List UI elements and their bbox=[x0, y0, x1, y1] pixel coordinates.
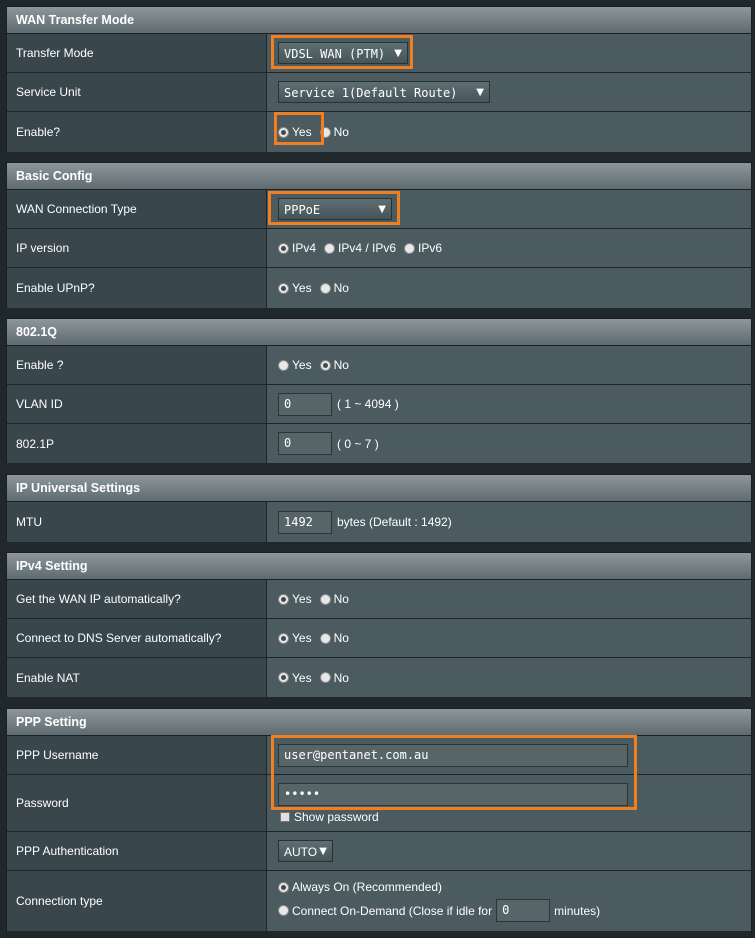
enable-wan-label: Enable? bbox=[7, 112, 267, 152]
basic-config-header: Basic Config bbox=[7, 163, 751, 190]
radio-selected-icon bbox=[278, 593, 289, 605]
vlan-id-label: VLAN ID bbox=[7, 385, 267, 423]
ip-version-ipv4-radio[interactable]: IPv4 bbox=[278, 241, 316, 255]
radio-unselected-icon bbox=[319, 672, 331, 683]
radio-label: No bbox=[333, 631, 349, 645]
ppp-auth-label: PPP Authentication bbox=[7, 832, 267, 870]
radio-selected-icon bbox=[278, 242, 289, 254]
vlan-id-hint: ( 1 ~ 4094 ) bbox=[337, 397, 399, 411]
ppp-username-label: PPP Username bbox=[7, 736, 267, 774]
ip-universal-section: IP Universal Settings MTU 1492 bytes (De… bbox=[6, 474, 752, 542]
radio-selected-icon bbox=[278, 672, 289, 683]
idle-time-input[interactable]: 0 bbox=[496, 899, 551, 922]
checkbox-icon bbox=[280, 811, 290, 822]
minutes-label: minutes) bbox=[554, 903, 601, 918]
radio-label: IPv4 bbox=[292, 241, 317, 255]
service-unit-value: Service 1(Default Route) bbox=[284, 86, 458, 100]
radio-label: IPv6 bbox=[418, 241, 443, 255]
radio-unselected-icon bbox=[319, 632, 331, 644]
radio-label: No bbox=[333, 358, 349, 372]
chevron-down-icon: ▼ bbox=[319, 846, 327, 857]
radio-label: Yes bbox=[292, 281, 312, 295]
ppp-credentials-highlight bbox=[271, 735, 637, 810]
on-demand-radio[interactable]: Connect On-Demand (Close if idle for 0 m… bbox=[278, 899, 600, 922]
mtu-label: MTU bbox=[7, 502, 267, 542]
radio-unselected-icon bbox=[404, 242, 416, 254]
upnp-yes-radio[interactable]: Yes bbox=[278, 281, 312, 295]
connection-type-label: Connection type bbox=[7, 871, 267, 931]
wan-ip-auto-no-radio[interactable]: No bbox=[319, 592, 349, 606]
mtu-input[interactable]: 1492 bbox=[278, 510, 332, 534]
password-label: Password bbox=[7, 775, 267, 831]
chevron-down-icon: ▼ bbox=[476, 87, 484, 98]
ppp-setting-header: PPP Setting bbox=[7, 709, 751, 736]
radio-label: No bbox=[333, 670, 349, 685]
dot1q-header: 802.1Q bbox=[7, 319, 751, 346]
dot1p-input[interactable]: 0 bbox=[278, 432, 332, 455]
dot1p-hint: ( 0 ~ 7 ) bbox=[337, 436, 379, 451]
radio-unselected-icon bbox=[278, 905, 289, 916]
dns-auto-yes-radio[interactable]: Yes bbox=[278, 631, 312, 645]
radio-unselected-icon bbox=[324, 242, 336, 254]
transfer-mode-label: Transfer Mode bbox=[7, 34, 267, 72]
ip-version-dual-radio[interactable]: IPv4 / IPv6 bbox=[324, 241, 396, 255]
ipv4-setting-header: IPv4 Setting bbox=[7, 553, 751, 580]
radio-label: Always On (Recommended) bbox=[292, 880, 443, 894]
dot1p-label: 802.1P bbox=[7, 424, 267, 463]
ipv4-setting-section: IPv4 Setting Get the WAN IP automaticall… bbox=[6, 552, 752, 697]
radio-unselected-icon bbox=[319, 593, 331, 605]
transfer-mode-highlight bbox=[271, 35, 413, 69]
service-unit-label: Service Unit bbox=[7, 73, 267, 111]
wan-transfer-mode-section: WAN Transfer Mode Transfer Mode VDSL WAN… bbox=[6, 6, 752, 152]
vlan-id-input[interactable]: 0 bbox=[278, 392, 332, 416]
ppp-auth-value: AUTO bbox=[284, 845, 318, 859]
basic-config-section: Basic Config WAN Connection Type PPPoE ▼ … bbox=[6, 162, 752, 308]
radio-selected-icon bbox=[319, 359, 331, 371]
nat-yes-radio[interactable]: Yes bbox=[278, 671, 312, 685]
enable-yes-highlight bbox=[274, 112, 324, 145]
always-on-radio[interactable]: Always On (Recommended) bbox=[278, 880, 442, 894]
radio-label: IPv4 / IPv6 bbox=[338, 241, 397, 255]
radio-label: No bbox=[333, 592, 349, 606]
nat-no-radio[interactable]: No bbox=[319, 670, 349, 685]
upnp-no-radio[interactable]: No bbox=[319, 281, 349, 295]
radio-unselected-icon bbox=[278, 359, 289, 371]
mtu-hint: bytes (Default : 1492) bbox=[337, 515, 452, 529]
wan-transfer-mode-header: WAN Transfer Mode bbox=[7, 7, 751, 34]
radio-label: Yes bbox=[292, 592, 312, 606]
radio-label: Connect On-Demand (Close if idle for bbox=[292, 903, 493, 918]
enable-nat-label: Enable NAT bbox=[7, 658, 267, 697]
radio-selected-icon bbox=[278, 282, 289, 294]
enable-upnp-label: Enable UPnP? bbox=[7, 268, 267, 308]
ip-version-label: IP version bbox=[7, 229, 267, 267]
wan-ip-auto-yes-radio[interactable]: Yes bbox=[278, 592, 312, 606]
dns-auto-no-radio[interactable]: No bbox=[319, 631, 349, 645]
radio-label: Yes bbox=[292, 358, 312, 372]
ppp-auth-select[interactable]: AUTO ▼ bbox=[278, 840, 333, 862]
service-unit-select[interactable]: Service 1(Default Route) ▼ bbox=[278, 81, 490, 103]
radio-selected-icon bbox=[278, 881, 289, 893]
radio-label: No bbox=[333, 281, 349, 295]
radio-selected-icon bbox=[278, 632, 289, 644]
radio-label: Yes bbox=[292, 631, 312, 645]
dot1q-no-radio[interactable]: No bbox=[319, 358, 349, 372]
dot1q-section: 802.1Q Enable ? Yes No VLAN ID 0 ( 1 ~ 4… bbox=[6, 318, 752, 463]
show-password-checkbox[interactable]: Show password bbox=[280, 810, 379, 824]
radio-unselected-icon bbox=[319, 282, 331, 294]
wan-connection-type-label: WAN Connection Type bbox=[7, 190, 267, 228]
radio-label: Yes bbox=[292, 670, 312, 685]
dns-auto-label: Connect to DNS Server automatically? bbox=[7, 619, 267, 657]
wan-connection-type-highlight bbox=[268, 191, 400, 225]
dot1q-enable-label: Enable ? bbox=[7, 346, 267, 384]
wan-ip-auto-label: Get the WAN IP automatically? bbox=[7, 580, 267, 618]
show-password-label: Show password bbox=[294, 809, 379, 824]
dot1q-yes-radio[interactable]: Yes bbox=[278, 358, 312, 372]
radio-label: No bbox=[333, 125, 349, 139]
ip-universal-header: IP Universal Settings bbox=[7, 475, 751, 502]
ip-version-ipv6-radio[interactable]: IPv6 bbox=[404, 241, 442, 255]
